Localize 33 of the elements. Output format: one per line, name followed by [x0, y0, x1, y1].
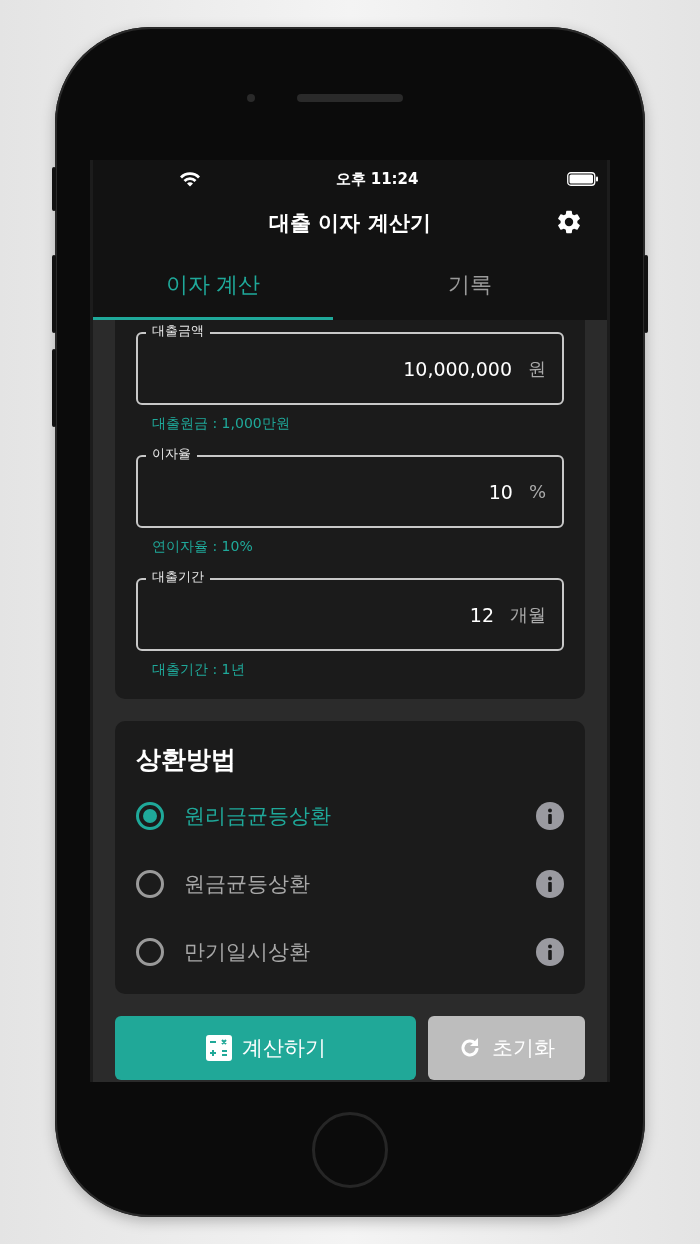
info-icon[interactable] [536, 802, 564, 830]
camera-dot [247, 93, 255, 102]
radio-button[interactable] [136, 802, 164, 830]
field-value: 10,000,000 [403, 357, 512, 380]
app-title: 대출 이자 계산기 [269, 210, 431, 237]
battery-icon [567, 172, 599, 186]
input-field[interactable]: 대출기간 12 개월 [136, 568, 564, 651]
helper-text: 대출기간 : 1년 [151, 661, 246, 679]
unit-label: 원 [528, 356, 546, 381]
helper-text: 연이자율 : 10% [151, 538, 254, 556]
unit-label: % [528, 481, 546, 502]
helper-text: 대출원금 : 1,000만원 [151, 415, 291, 433]
settings-icon[interactable] [555, 208, 583, 236]
info-icon[interactable] [536, 870, 564, 898]
field-label: 대출기간 [146, 568, 210, 586]
radio-button[interactable] [136, 938, 164, 966]
tab[interactable]: 기록 [333, 248, 607, 320]
option-label[interactable]: 만기일시상환 [184, 938, 516, 966]
input-field[interactable]: 대출금액 10,000,000 원 [136, 322, 564, 405]
calculator-icon [205, 1035, 232, 1061]
wifi-icon [179, 171, 201, 187]
radio-button[interactable] [136, 870, 164, 898]
field-label: 대출금액 [146, 322, 210, 340]
info-icon[interactable] [536, 938, 564, 966]
option-label[interactable]: 원금균등상환 [184, 870, 516, 898]
section-title: 상환방법 [136, 744, 237, 776]
field-value: 10 [488, 480, 513, 503]
field-label: 이자율 [146, 445, 197, 463]
status-time: 오후 11:24 [335, 169, 419, 189]
input-field[interactable]: 이자율 10 % [136, 445, 564, 528]
unit-label: 개월 [510, 602, 546, 627]
option-label[interactable]: 원리금균등상환 [184, 802, 516, 830]
field-value: 12 [469, 603, 494, 626]
